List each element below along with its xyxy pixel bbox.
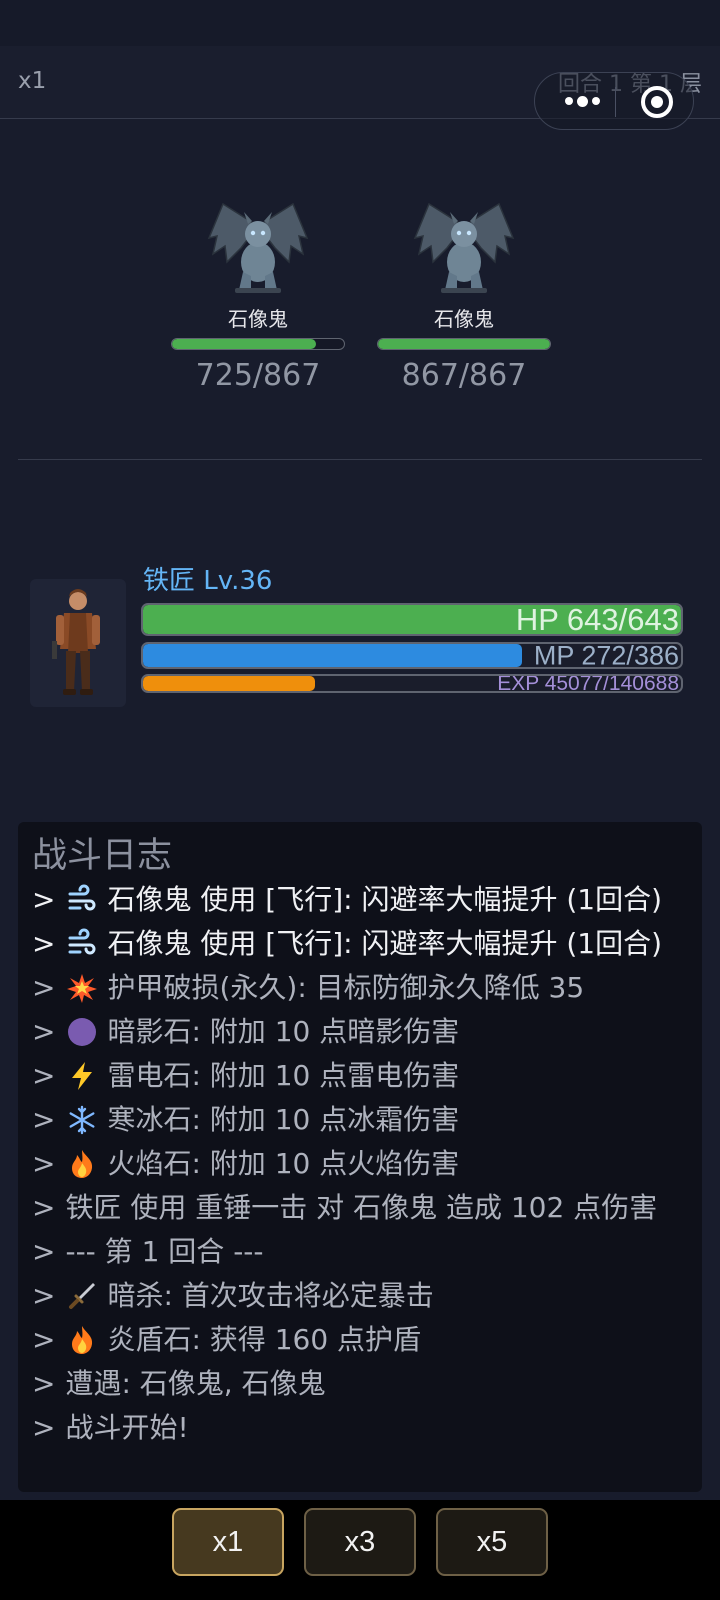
log-line: > 炎盾石: 获得 160 点护盾: [32, 1318, 702, 1362]
log-line: > 遭遇: 石像鬼, 石像鬼: [32, 1362, 702, 1406]
log-line: > 火焰石: 附加 10 点火焰伤害: [32, 1142, 702, 1186]
log-line: > 护甲破损(永久): 目标防御永久降低 35: [32, 966, 702, 1010]
status-strip: [0, 0, 720, 46]
log-line: > 石像鬼 使用 [飞行]: 闪避率大幅提升 (1回合): [32, 878, 702, 922]
player-name-level: 铁匠 Lv.36: [143, 566, 273, 596]
enemy-hp-text: 725/867: [195, 358, 321, 393]
log-line: > 战斗开始!: [32, 1406, 702, 1450]
enemy-hp-text: 867/867: [401, 358, 527, 393]
enemy-hp-bar: [377, 338, 551, 350]
enemy-hp-bar: [171, 338, 345, 350]
log-prompt: >: [32, 1411, 56, 1444]
log-text: 石像鬼 使用 [飞行]: 闪避率大幅提升 (1回合): [107, 883, 663, 916]
log-prompt: >: [32, 1279, 56, 1312]
log-text: 暗杀: 首次攻击将必定暴击: [107, 1279, 434, 1312]
capsule-divider: [615, 87, 616, 117]
log-prompt: >: [32, 1103, 56, 1136]
purple-circle-icon: [65, 1015, 99, 1049]
log-prompt: >: [32, 1059, 56, 1092]
battle-log-panel[interactable]: 战斗日志 > 石像鬼 使用 [飞行]: 闪避率大幅提升 (1回合) > 石像鬼 使用 …: [18, 822, 702, 1492]
log-text: 雷电石: 附加 10 点雷电伤害: [107, 1059, 460, 1092]
fire-icon: [65, 1323, 99, 1357]
enemy-card[interactable]: 石像鬼 867/867: [376, 196, 552, 396]
blacksmith-icon: [52, 589, 100, 695]
lightning-icon: [65, 1059, 99, 1093]
snowflake-icon: [65, 1103, 99, 1137]
log-prompt: >: [32, 1147, 56, 1180]
log-line: > 暗影石: 附加 10 点暗影伤害: [32, 1010, 702, 1054]
log-text: 护甲破损(永久): 目标防御永久降低 35: [107, 971, 585, 1004]
log-prompt: >: [32, 1323, 56, 1356]
mini-program-capsule: [534, 72, 694, 130]
player-portrait[interactable]: [30, 579, 126, 707]
gargoyle-icon: [207, 202, 309, 293]
log-text: 战斗开始!: [65, 1411, 189, 1444]
log-prompt: >: [32, 883, 56, 916]
log-line: > 暗杀: 首次攻击将必定暴击: [32, 1274, 702, 1318]
speed-controls: x1 x3 x5: [0, 1500, 720, 1600]
log-text: 遭遇: 石像鬼, 石像鬼: [65, 1367, 326, 1400]
speed-x5-button[interactable]: x5: [436, 1508, 548, 1576]
player-exp-text: EXP 45077/140688: [497, 674, 679, 693]
player-exp-bar: EXP 45077/140688: [141, 674, 683, 693]
log-text: 石像鬼 使用 [飞行]: 闪避率大幅提升 (1回合): [107, 927, 663, 960]
game-screen: x1 回合 1 第 1 层 石像鬼 725/867: [0, 0, 720, 1600]
log-line: > 石像鬼 使用 [飞行]: 闪避率大幅提升 (1回合): [32, 922, 702, 966]
speed-x3-button[interactable]: x3: [304, 1508, 416, 1576]
close-target-icon[interactable]: [639, 84, 675, 120]
wind-icon: [65, 927, 99, 961]
battle-log-title: 战斗日志: [32, 836, 173, 876]
wind-icon: [65, 883, 99, 917]
log-text: 铁匠 使用 重锤一击 对 石像鬼 造成 102 点伤害: [65, 1191, 658, 1224]
log-text: 火焰石: 附加 10 点火焰伤害: [107, 1147, 460, 1180]
log-prompt: >: [32, 1191, 56, 1224]
enemy-name: 石像鬼: [228, 307, 288, 331]
log-line: > --- 第 1 回合 ---: [32, 1230, 702, 1274]
log-line: > 铁匠 使用 重锤一击 对 石像鬼 造成 102 点伤害: [32, 1186, 702, 1230]
speed-x1-button[interactable]: x1: [172, 1508, 284, 1576]
battle-log-lines: > 石像鬼 使用 [飞行]: 闪避率大幅提升 (1回合) > 石像鬼 使用 [飞行]:…: [32, 878, 702, 1450]
log-prompt: >: [32, 1367, 56, 1400]
enemy-card[interactable]: 石像鬼 725/867: [170, 196, 346, 396]
fire-icon: [65, 1147, 99, 1181]
player-mp-text: MP 272/386: [533, 642, 679, 669]
battlefield-divider: [18, 459, 702, 460]
speed-indicator: x1: [18, 68, 47, 94]
explosion-icon: [65, 971, 99, 1005]
log-text: 暗影石: 附加 10 点暗影伤害: [107, 1015, 460, 1048]
dagger-icon: [65, 1279, 99, 1313]
log-prompt: >: [32, 1015, 56, 1048]
log-prompt: >: [32, 1235, 56, 1268]
gargoyle-icon: [413, 202, 515, 293]
player-hp-bar: HP 643/643: [141, 603, 683, 636]
log-text: 寒冰石: 附加 10 点冰霜伤害: [107, 1103, 460, 1136]
player-hp-text: HP 643/643: [515, 603, 679, 636]
log-text: 炎盾石: 获得 160 点护盾: [107, 1323, 422, 1356]
top-bar: x1 回合 1 第 1 层: [0, 46, 720, 130]
log-prompt: >: [32, 927, 56, 960]
more-options-icon[interactable]: [557, 85, 607, 117]
log-prompt: >: [32, 971, 56, 1004]
log-line: > 寒冰石: 附加 10 点冰霜伤害: [32, 1098, 702, 1142]
enemy-name: 石像鬼: [434, 307, 494, 331]
log-text: --- 第 1 回合 ---: [65, 1235, 264, 1268]
log-line: > 雷电石: 附加 10 点雷电伤害: [32, 1054, 702, 1098]
player-mp-bar: MP 272/386: [141, 642, 683, 669]
